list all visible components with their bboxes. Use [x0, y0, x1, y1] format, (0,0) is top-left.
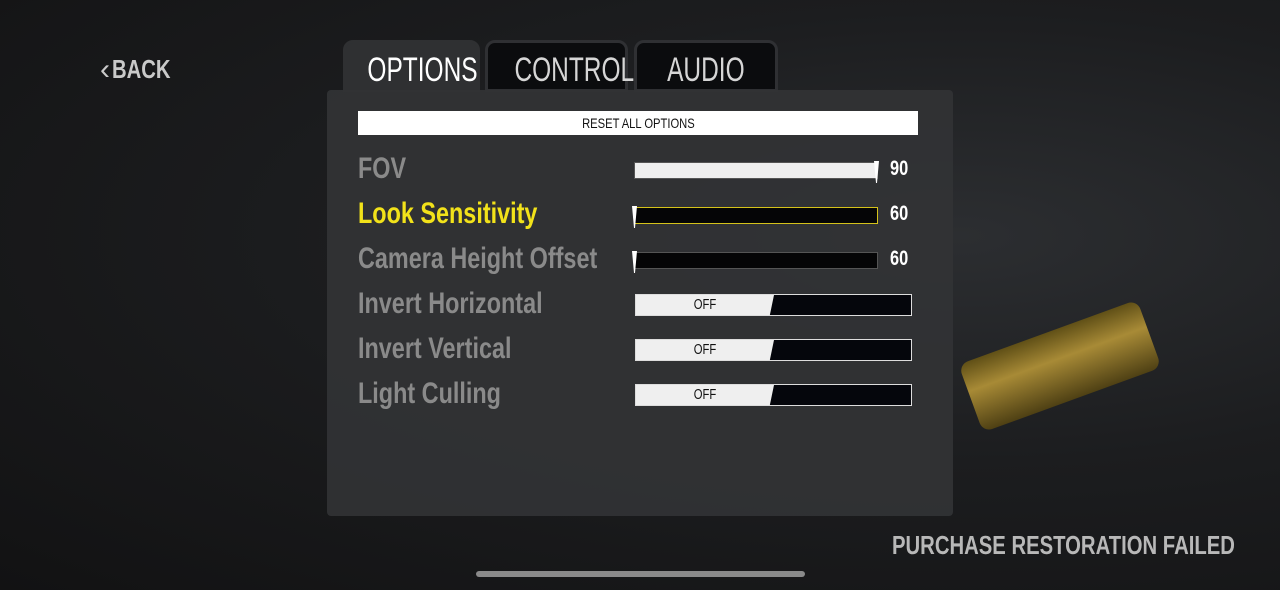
- look-sensitivity-label: Look Sensitivity: [358, 197, 538, 230]
- back-button[interactable]: ‹ BACK: [100, 54, 187, 85]
- look-sensitivity-value: 60: [890, 202, 909, 225]
- home-indicator[interactable]: [476, 571, 805, 577]
- toggle-state: OFF: [693, 296, 717, 313]
- light-culling-label: Light Culling: [358, 377, 501, 410]
- look-sensitivity-slider[interactable]: [632, 206, 878, 228]
- toggle-state: OFF: [693, 341, 717, 358]
- status-message: PURCHASE RESTORATION FAILED: [892, 530, 1235, 560]
- background-bullet-shell: [958, 299, 1162, 433]
- fov-label: FOV: [358, 152, 407, 185]
- slider-thumb[interactable]: [632, 206, 637, 228]
- reset-all-options-button[interactable]: RESET ALL OPTIONS: [358, 111, 918, 135]
- look-sensitivity-row: Look Sensitivity 60: [358, 197, 918, 231]
- invert-horizontal-row: Invert Horizontal OFF: [358, 287, 918, 321]
- tab-controls[interactable]: CONTROLS: [485, 40, 650, 92]
- tab-label: OPTIONS: [367, 51, 478, 89]
- invert-horizontal-toggle[interactable]: OFF: [635, 294, 912, 316]
- light-culling-row: Light Culling OFF: [358, 377, 918, 411]
- light-culling-toggle[interactable]: OFF: [635, 384, 912, 406]
- camera-height-offset-slider[interactable]: [632, 251, 878, 273]
- invert-vertical-label: Invert Vertical: [358, 332, 512, 365]
- toggle-state: OFF: [693, 386, 717, 403]
- camera-height-offset-value: 60: [890, 247, 909, 270]
- camera-height-offset-label: Camera Height Offset: [358, 242, 598, 275]
- camera-height-offset-row: Camera Height Offset 60: [358, 242, 918, 276]
- slider-thumb[interactable]: [632, 251, 637, 273]
- invert-horizontal-label: Invert Horizontal: [358, 287, 543, 320]
- fov-slider[interactable]: [634, 161, 879, 183]
- tab-audio[interactable]: AUDIO: [634, 40, 778, 92]
- invert-vertical-row: Invert Vertical OFF: [358, 332, 918, 366]
- tab-label: AUDIO: [667, 51, 745, 89]
- fov-value: 90: [890, 157, 909, 180]
- fov-row: FOV 90: [358, 152, 918, 186]
- tab-label: CONTROLS: [514, 51, 651, 89]
- chevron-left-icon: ‹: [100, 52, 110, 86]
- tab-options[interactable]: OPTIONS: [343, 40, 480, 92]
- back-label: BACK: [112, 54, 171, 84]
- options-panel: RESET ALL OPTIONS FOV 90 Look Sensitivit…: [327, 90, 953, 516]
- invert-vertical-toggle[interactable]: OFF: [635, 339, 912, 361]
